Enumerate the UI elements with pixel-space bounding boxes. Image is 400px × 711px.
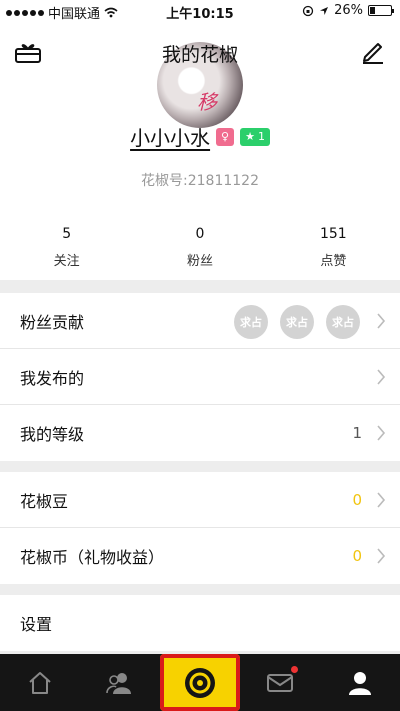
- stat-value: 0: [195, 226, 205, 242]
- stats-row: 5 关注 0 粉丝 151 点赞: [0, 226, 400, 269]
- battery-percent: 26%: [334, 3, 363, 18]
- status-right: 26%: [302, 3, 394, 18]
- tab-bar: [0, 654, 400, 711]
- fans-avatars: 求占 求占 求占: [234, 305, 360, 339]
- fan-placeholder: 求占: [326, 305, 360, 339]
- avatar-art: 移: [197, 90, 217, 114]
- tab-follow[interactable]: [80, 654, 160, 711]
- orientation-lock-icon: [302, 5, 314, 16]
- menu-item-label: 我发布的: [20, 368, 85, 388]
- mail-icon: [267, 673, 293, 692]
- menu-item-beans[interactable]: 花椒豆 0: [0, 472, 400, 528]
- chevron-right-icon: [377, 492, 386, 508]
- page-title: 我的花椒: [161, 44, 238, 66]
- menu-item-label: 设置: [20, 615, 53, 634]
- menu-item-value: 0: [352, 491, 362, 509]
- profile-card: 移 小小小水 ♀ ★ 1 花椒号:21811122 5 关注 0 粉丝 151 点…: [0, 42, 400, 280]
- menu-item-label: 粉丝贡献: [20, 312, 85, 332]
- level-badge: ★ 1: [240, 127, 270, 146]
- menu-item-my-posts[interactable]: 我发布的: [0, 349, 400, 405]
- user-id: 花椒号:21811122: [141, 173, 259, 189]
- menu-item-label: 花椒豆: [20, 491, 69, 511]
- profile-icon: [349, 671, 371, 695]
- stat-label: 关注: [53, 254, 80, 269]
- level-badge-value: 1: [257, 130, 265, 143]
- people-icon: [106, 672, 131, 694]
- notification-dot: [291, 666, 298, 673]
- menu-group-1: 粉丝贡献 求占 求占 求占 我发布的 我的等级 1: [0, 293, 400, 461]
- menu-item-value: 0: [352, 547, 362, 565]
- menu-item-value: 1: [352, 424, 362, 442]
- fan-placeholder: 求占: [234, 305, 268, 339]
- menu-item-coins[interactable]: 花椒币（礼物收益） 0: [0, 528, 400, 584]
- home-icon: [29, 671, 51, 694]
- stat-label: 粉丝: [186, 254, 213, 269]
- menu-item-label: 花椒币（礼物收益）: [20, 548, 165, 567]
- status-bar: 中国联通 上午10:15 26%: [0, 0, 400, 22]
- fan-placeholder: 求占: [280, 305, 314, 339]
- menu-item-fans-contribution[interactable]: 粉丝贡献 求占 求占 求占: [0, 293, 400, 349]
- stat-value: 151: [319, 226, 347, 242]
- tab-home[interactable]: [0, 654, 80, 711]
- menu-item-my-level[interactable]: 我的等级 1: [0, 405, 400, 461]
- chevron-right-icon: [377, 548, 386, 564]
- menu-group-2: 花椒豆 0 花椒币（礼物收益） 0: [0, 472, 400, 584]
- stat-value: 5: [62, 226, 72, 242]
- stat-label: 点赞: [320, 254, 347, 269]
- gender-female-icon: ♀: [216, 127, 235, 146]
- tab-live[interactable]: [160, 654, 240, 711]
- menu-group-3: 设置: [0, 595, 400, 651]
- menu-item-label: 我的等级: [20, 425, 85, 444]
- chevron-right-icon: [377, 369, 386, 385]
- stat-likes[interactable]: 151 点赞: [267, 226, 400, 269]
- live-camera-icon: [185, 667, 215, 698]
- tab-profile[interactable]: [320, 654, 400, 711]
- chevron-right-icon: [377, 425, 386, 441]
- menu-item-settings[interactable]: 设置: [0, 595, 400, 651]
- location-arrow-icon: [320, 6, 329, 15]
- chevron-right-icon: [377, 313, 386, 329]
- star-icon: ★: [245, 130, 255, 143]
- tab-messages[interactable]: [240, 654, 320, 711]
- battery-icon: [368, 5, 394, 16]
- stat-following[interactable]: 5 关注: [0, 226, 133, 269]
- stat-fans[interactable]: 0 粉丝: [133, 226, 266, 269]
